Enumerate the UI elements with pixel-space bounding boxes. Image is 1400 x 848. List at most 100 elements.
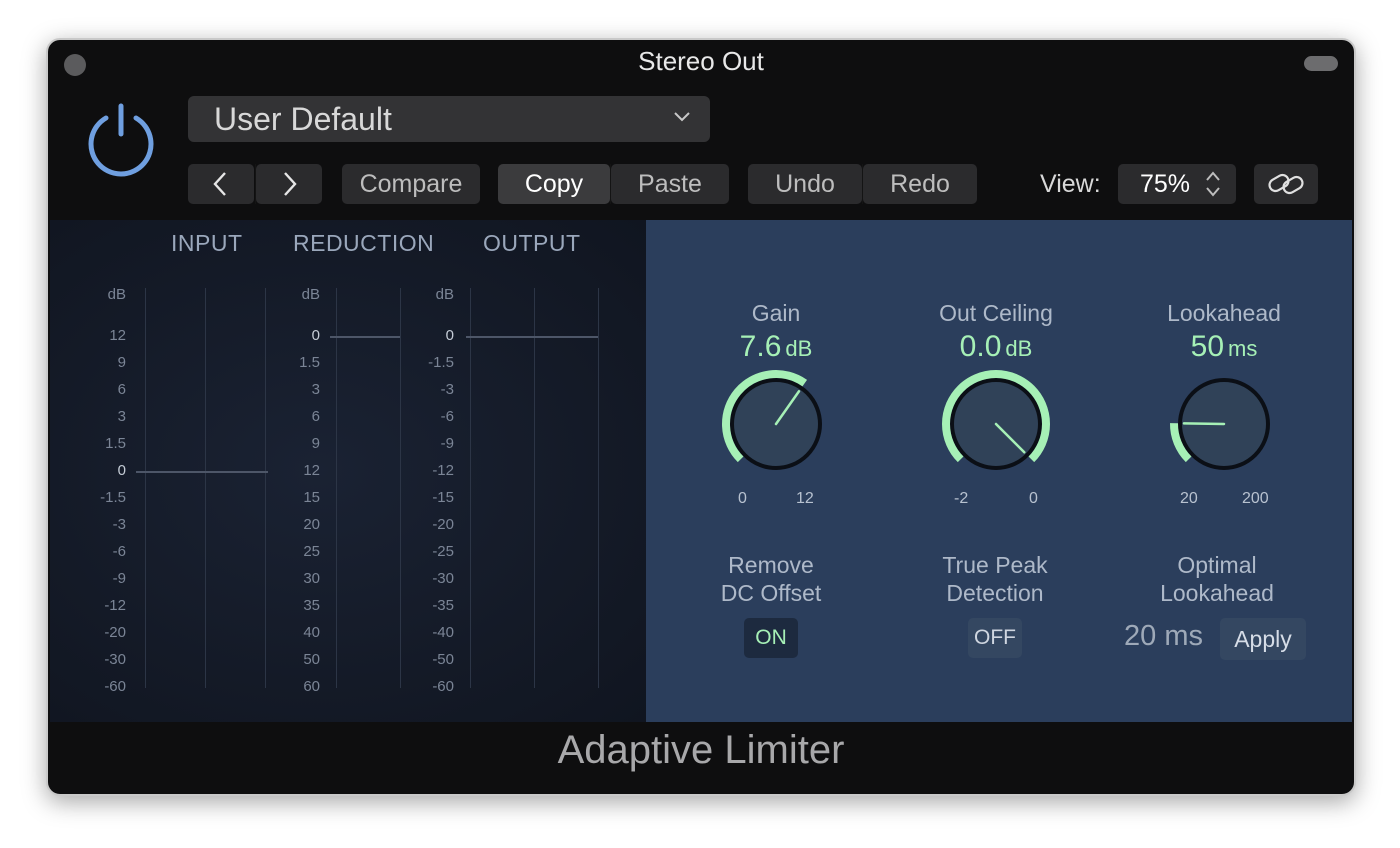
meter-scale-tick: -3 xyxy=(112,516,126,533)
lookahead-knob[interactable] xyxy=(1154,366,1294,486)
link-button[interactable] xyxy=(1254,164,1318,204)
meter-scale-tick: -12 xyxy=(432,462,454,479)
meter-scale-tick: -3 xyxy=(440,381,454,398)
meter-scale-tick: -40 xyxy=(432,624,454,641)
gain-value[interactable]: 7.6 dB xyxy=(696,330,856,364)
gain-max: 12 xyxy=(796,490,814,507)
lookahead-max: 200 xyxy=(1242,490,1269,507)
out-ceiling-max: 0 xyxy=(1029,490,1038,507)
view-label: View: xyxy=(1040,170,1101,198)
meter-header-input: INPUT xyxy=(171,230,243,256)
apply-button[interactable]: Apply xyxy=(1220,618,1306,660)
redo-button[interactable]: Redo xyxy=(863,164,977,204)
meter-scale-tick: 0 xyxy=(445,327,454,344)
gain-min: 0 xyxy=(738,490,747,507)
meter-scale-tick: 0 xyxy=(311,327,320,344)
gain-knob[interactable] xyxy=(706,366,846,486)
meter-scale-tick: -15 xyxy=(432,489,454,506)
undo-button[interactable]: Undo xyxy=(748,164,862,204)
meter-channel-line xyxy=(534,288,535,688)
meter-scale-tick: 9 xyxy=(117,354,126,371)
compare-button[interactable]: Compare xyxy=(342,164,480,204)
lookahead-label: Lookahead xyxy=(1167,300,1281,326)
window-title: Stereo Out xyxy=(638,46,764,76)
optimal-lookahead-label-line1: Optimal xyxy=(1177,552,1257,578)
true-peak-toggle[interactable]: OFF xyxy=(968,618,1022,658)
meter-channel-line xyxy=(598,288,599,688)
out-ceiling-label: Out Ceiling xyxy=(939,300,1053,326)
meter-scale-tick: -20 xyxy=(104,624,126,641)
meter-scale-tick: 0 xyxy=(117,462,126,479)
gain-label: Gain xyxy=(751,300,801,326)
remove-dc-label-line1: Remove xyxy=(728,552,814,578)
meter-scale-tick: -9 xyxy=(440,435,454,452)
meter-scale-tick: -60 xyxy=(104,678,126,695)
true-peak-label-line2: Detection xyxy=(946,580,1044,606)
meter-scale-tick: 12 xyxy=(303,462,320,479)
meter-channel-line xyxy=(470,288,471,688)
meter-scale-tick: 9 xyxy=(311,435,320,452)
meter-header-reduction: REDUCTION xyxy=(293,230,435,256)
meter-scale-tick: -12 xyxy=(104,597,126,614)
copy-button[interactable]: Copy xyxy=(498,164,610,204)
meter-channel-line xyxy=(205,288,206,688)
lookahead-value[interactable]: 50 ms xyxy=(1144,330,1304,364)
meter-scale-tick: 1.5 xyxy=(299,354,320,371)
view-zoom-value: 75% xyxy=(1140,170,1191,198)
plugin-name: Adaptive Limiter xyxy=(557,728,845,772)
meter-scale-tick: 60 xyxy=(303,678,320,695)
remove-dc-toggle[interactable]: ON xyxy=(744,618,798,658)
chevron-left-icon xyxy=(213,172,226,196)
meter-header-output: OUTPUT xyxy=(483,230,581,256)
remove-dc-label-line2: DC Offset xyxy=(720,580,822,606)
meter-scale-tick: 40 xyxy=(303,624,320,641)
true-peak-label-line1: True Peak xyxy=(942,552,1048,578)
meter-zero-line xyxy=(466,336,598,338)
paste-button[interactable]: Paste xyxy=(611,164,729,204)
controls-panel: Gain 7.6 dB 0 12 Out Ceiling 0.0 dB -2 0 L… xyxy=(646,220,1352,722)
view-zoom-select[interactable]: 75% xyxy=(1118,164,1236,204)
meter-channel-line xyxy=(400,288,401,688)
link-icon xyxy=(1268,173,1304,195)
preset-label: User Default xyxy=(214,101,392,137)
meter-scale-tick: -30 xyxy=(432,570,454,587)
meter-scale-tick: -60 xyxy=(432,678,454,695)
stepper-icon xyxy=(1206,171,1220,197)
meter-scale-tick: -20 xyxy=(432,516,454,533)
optimal-lookahead-label-line2: Lookahead xyxy=(1160,580,1274,606)
meter-channel-line xyxy=(145,288,146,688)
meter-scale-tick: 3 xyxy=(311,381,320,398)
preset-menu[interactable]: User Default xyxy=(188,96,710,142)
previous-preset-button[interactable] xyxy=(188,164,254,204)
meter-scale-tick: 20 xyxy=(303,516,320,533)
out-ceiling-value[interactable]: 0.0 dB xyxy=(916,330,1076,364)
meter-scale-tick: -25 xyxy=(432,543,454,560)
next-preset-button[interactable] xyxy=(256,164,322,204)
power-icon[interactable] xyxy=(82,100,160,178)
out-ceiling-knob[interactable] xyxy=(926,366,1066,486)
knob-pointer xyxy=(1182,422,1226,426)
plugin-window: Stereo Out User Default Compare Copy Pas… xyxy=(46,38,1356,796)
meter-scale-tick: -9 xyxy=(112,570,126,587)
meter-scale-tick: 30 xyxy=(303,570,320,587)
meter-scale-tick: 12 xyxy=(109,327,126,344)
meter-channel-line xyxy=(336,288,337,688)
meter-scale-tick: -6 xyxy=(112,543,126,560)
meter-unit-label: dB xyxy=(435,286,454,303)
meter-scale-tick: -6 xyxy=(440,408,454,425)
meter-scale-tick: 15 xyxy=(303,489,320,506)
lookahead-min: 20 xyxy=(1180,490,1198,507)
meter-scale-tick: 50 xyxy=(303,651,320,668)
meter-scale-tick: -50 xyxy=(432,651,454,668)
meter-zero-line xyxy=(136,471,268,473)
meter-scale-tick: 6 xyxy=(311,408,320,425)
out-ceiling-min: -2 xyxy=(954,490,969,507)
meter-zero-line xyxy=(330,336,400,338)
meter-panel: INPUT REDUCTION OUTPUT dB 12 9 6 3 1.5 0 -1.5 -3… xyxy=(50,220,646,722)
meter-scale-tick: 25 xyxy=(303,543,320,560)
meter-scale-tick: 35 xyxy=(303,597,320,614)
meter-scale-tick: -1.5 xyxy=(100,489,126,506)
meter-scale-tick: 3 xyxy=(117,408,126,425)
meter-unit-label: dB xyxy=(107,286,126,303)
meter-scale-tick: 1.5 xyxy=(105,435,126,452)
